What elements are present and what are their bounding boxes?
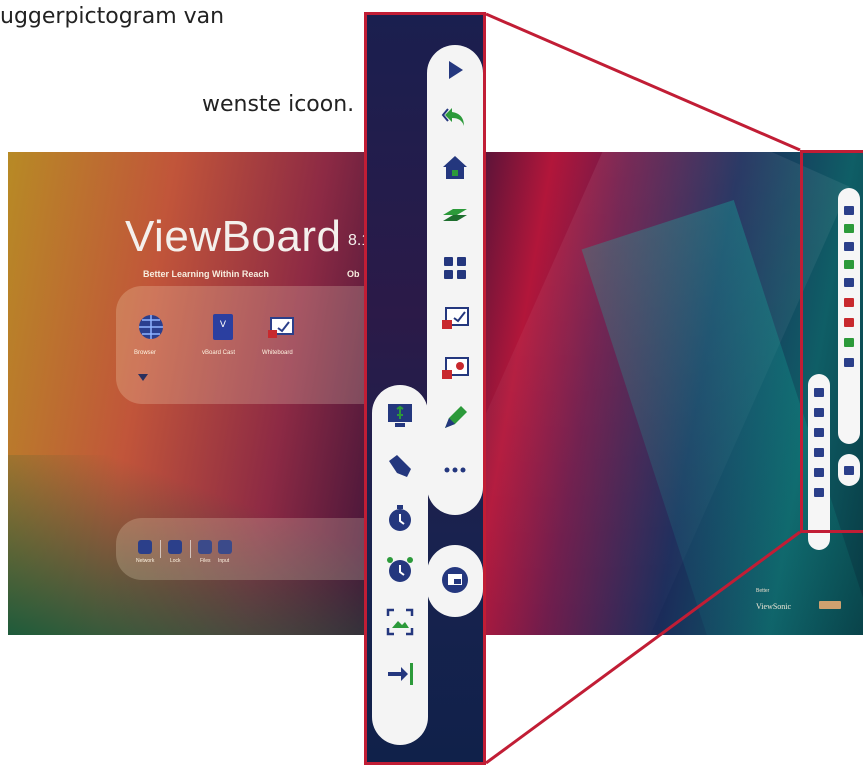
play-icon[interactable] — [440, 55, 470, 85]
back-icon[interactable] — [440, 103, 470, 133]
marker-icon[interactable] — [440, 403, 470, 433]
screenshot-icon[interactable] — [385, 607, 415, 637]
connector-line-top — [485, 12, 801, 152]
layers-icon[interactable] — [440, 203, 470, 233]
monitor-icon[interactable] — [385, 401, 415, 431]
flashlight-icon[interactable] — [385, 451, 415, 481]
callout-source-box — [800, 150, 863, 533]
more-icon[interactable] — [440, 455, 470, 485]
floating-window-icon[interactable] — [440, 565, 470, 595]
whiteboard-icon[interactable] — [440, 303, 470, 333]
timer-icon[interactable] — [385, 503, 415, 533]
alarm-clock-icon[interactable] — [385, 555, 415, 585]
screen-record-icon[interactable] — [440, 353, 470, 383]
connector-line-bottom — [485, 530, 801, 765]
apps-grid-icon[interactable] — [440, 253, 470, 283]
toolbar-zoom-callout — [364, 12, 486, 765]
exit-icon[interactable] — [385, 659, 415, 689]
home-icon[interactable] — [440, 153, 470, 183]
